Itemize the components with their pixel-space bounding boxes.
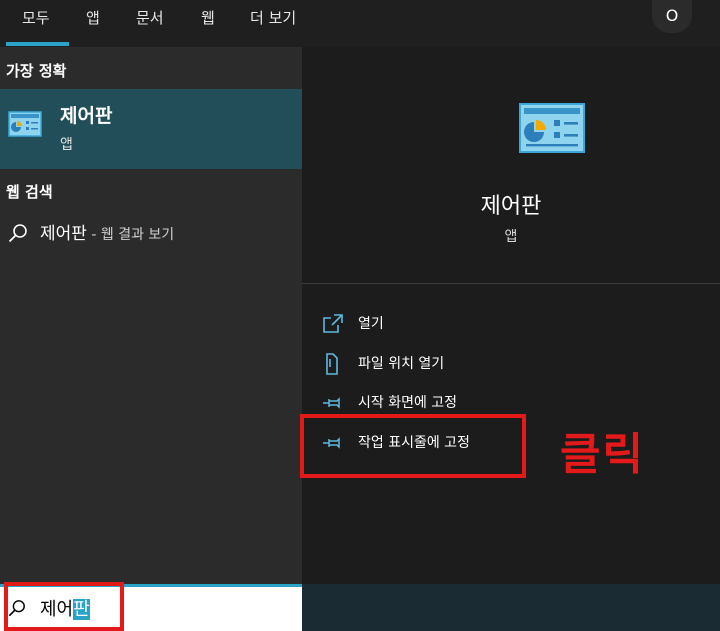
open-icon — [323, 314, 343, 333]
preview-divider — [302, 283, 720, 284]
preview-header: 제어판 앱 — [302, 47, 720, 283]
control-panel-icon — [519, 103, 585, 153]
pin-icon — [323, 397, 340, 409]
preview-type: 앱 — [504, 229, 518, 245]
control-panel-icon — [8, 111, 42, 137]
tab-all[interactable]: 모두 — [22, 6, 50, 30]
tab-web[interactable]: 웹 — [201, 6, 215, 30]
action-open-file-location[interactable]: 파일 위치 열기 — [302, 347, 720, 383]
tab-apps[interactable]: 앱 — [86, 6, 100, 30]
web-search-heading: 웹 검색 — [6, 183, 53, 201]
web-result-text: 제어판 - 웹 결과 보기 — [40, 219, 174, 244]
web-search-result[interactable]: 제어판 - 웹 결과 보기 — [0, 215, 302, 251]
action-open[interactable]: 열기 — [302, 307, 720, 343]
search-icon — [8, 224, 27, 243]
search-box-highlight-box — [4, 582, 124, 631]
active-tab-indicator — [6, 42, 69, 46]
file-location-icon — [326, 353, 338, 375]
tab-more[interactable]: 더 보기 — [250, 6, 296, 30]
account-button[interactable]: O — [652, 0, 692, 33]
taskbar-strip — [302, 584, 720, 631]
results-pane: 가장 정확 제어판 앱 웹 검색 제어판 - 웹 결과 보기 — [0, 47, 302, 584]
action-pin-start-label: 시작 화면에 고정 — [358, 395, 458, 411]
tab-documents[interactable]: 문서 — [136, 6, 164, 30]
best-match-heading: 가장 정확 — [6, 62, 67, 80]
click-annotation: 클릭 — [560, 429, 645, 480]
best-match-name: 제어판 — [60, 105, 113, 127]
pin-taskbar-highlight-box — [300, 414, 526, 478]
action-open-label: 열기 — [358, 316, 384, 332]
preview-pane: 제어판 앱 열기 파일 위치 열기 시작 화면에 고정 작업 표시줄에 고정 — [302, 47, 720, 584]
best-match-item[interactable]: 제어판 앱 — [0, 89, 302, 169]
preview-title: 제어판 — [480, 194, 542, 219]
web-result-suffix: - 웹 결과 보기 — [86, 227, 175, 243]
web-result-term: 제어판 — [40, 224, 87, 244]
action-file-location-label: 파일 위치 열기 — [358, 356, 445, 372]
search-tab-bar: 모두 앱 문서 웹 더 보기 O — [0, 0, 720, 47]
best-match-type: 앱 — [60, 137, 73, 153]
